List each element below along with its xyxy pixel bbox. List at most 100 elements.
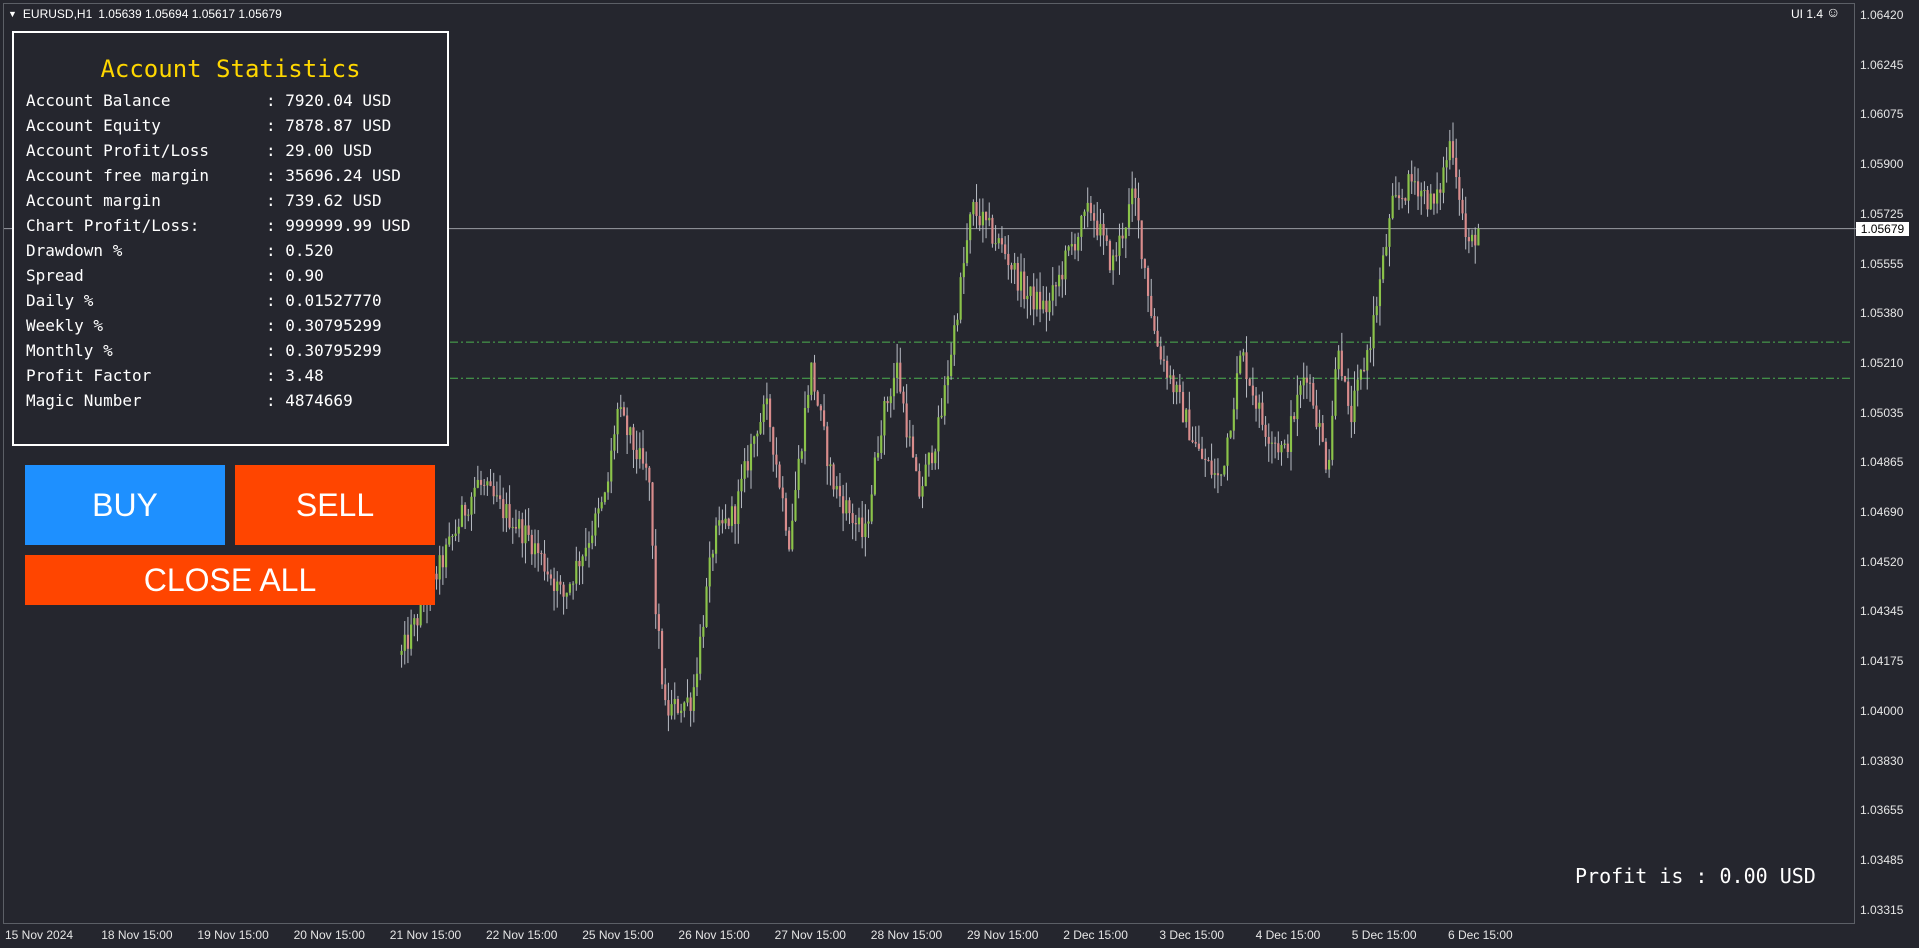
time-tick-label: 19 Nov 15:00	[197, 928, 269, 942]
candle	[581, 554, 584, 585]
candle-body	[556, 581, 559, 591]
candle-body	[514, 526, 518, 529]
candle	[648, 466, 651, 501]
candle-body	[1331, 415, 1334, 460]
price-tick-label: 1.04865	[1860, 455, 1904, 470]
candle	[1426, 185, 1429, 217]
stat-row: Account Profit/Loss: 29.00 USD	[26, 141, 372, 160]
candle-body	[435, 573, 438, 580]
candle-body	[1467, 237, 1470, 242]
candle-body	[1064, 250, 1067, 280]
candle-body	[591, 535, 594, 544]
candle-body	[626, 415, 629, 436]
candle-body	[740, 478, 743, 492]
ui-version-label: UI 1.4	[1791, 4, 1840, 21]
candle	[1083, 209, 1086, 229]
candle-body	[1404, 198, 1407, 201]
candle-body	[603, 492, 606, 503]
candle	[1277, 431, 1280, 460]
candle-body	[495, 495, 498, 497]
stat-value: : 739.62 USD	[266, 191, 382, 210]
candle-body	[651, 482, 654, 546]
candle-body	[724, 518, 727, 524]
candle-body	[946, 376, 950, 386]
candle-body	[1235, 373, 1239, 410]
candle	[759, 413, 762, 435]
candle	[1372, 296, 1375, 367]
stat-row: Magic Number: 4874669	[26, 391, 353, 410]
candle	[1181, 381, 1185, 423]
close-all-button[interactable]: CLOSE ALL	[25, 555, 435, 605]
candle	[711, 549, 714, 572]
candle	[1369, 336, 1372, 363]
candle	[930, 445, 934, 471]
candle-body	[953, 325, 956, 355]
candle-body	[797, 458, 800, 491]
candle	[1293, 412, 1296, 423]
candle	[1067, 245, 1070, 257]
candle	[1321, 415, 1324, 443]
price-tick-label: 1.04345	[1860, 604, 1904, 619]
candle	[686, 679, 689, 707]
collapse-triangle-icon[interactable]: ▼	[8, 9, 17, 19]
candle	[1315, 389, 1318, 430]
time-tick-label: 25 Nov 15:00	[582, 928, 654, 942]
price-tick-label: 1.05900	[1860, 157, 1904, 172]
candle	[969, 212, 972, 254]
candle	[1302, 362, 1305, 400]
buy-button[interactable]: BUY	[25, 465, 225, 545]
candle-body	[1385, 246, 1388, 256]
candle	[1105, 227, 1108, 246]
candle-body	[1013, 263, 1016, 270]
candle-body	[654, 545, 657, 615]
candle	[1023, 258, 1026, 309]
candle-body	[600, 502, 603, 509]
candle-body	[1280, 444, 1283, 453]
candle-body	[1178, 384, 1181, 392]
candle	[981, 198, 984, 243]
candle	[1420, 182, 1423, 215]
candle	[918, 463, 921, 499]
candle-body	[1315, 405, 1318, 427]
candle	[1286, 434, 1289, 459]
candle	[984, 211, 988, 239]
candle-body	[1413, 181, 1416, 183]
candle	[578, 551, 581, 585]
sell-button[interactable]: SELL	[235, 465, 435, 545]
candle-body	[464, 504, 467, 516]
candle	[1223, 465, 1226, 477]
candle	[1197, 425, 1200, 452]
candle	[714, 517, 718, 564]
candle	[867, 509, 870, 538]
candle-body	[1004, 244, 1007, 254]
candle-body	[1312, 383, 1315, 406]
candle-body	[1086, 202, 1089, 212]
candle	[718, 506, 721, 536]
candle-body	[1299, 385, 1302, 395]
candle-body	[1324, 441, 1328, 470]
candle	[540, 550, 543, 566]
candle	[1334, 357, 1337, 420]
candle-body	[1000, 238, 1004, 245]
stats-title: Account Statistics	[100, 55, 361, 83]
candle	[1439, 182, 1442, 211]
candle-body	[1283, 443, 1286, 445]
candle	[1019, 253, 1023, 308]
candle	[619, 394, 622, 418]
candle	[975, 184, 978, 229]
candle-body	[1407, 174, 1410, 201]
candle-body	[413, 618, 416, 625]
candle	[905, 384, 908, 448]
candle-body	[1038, 291, 1042, 310]
candle	[518, 510, 521, 538]
candle	[1340, 332, 1343, 381]
candle	[829, 457, 832, 486]
candle-body	[902, 391, 905, 404]
candle-body	[708, 557, 711, 587]
candle	[680, 703, 683, 723]
candle	[454, 519, 457, 542]
candle-body	[1096, 220, 1099, 236]
candle	[1159, 336, 1162, 365]
candle-body	[1156, 330, 1159, 347]
candle-body	[546, 571, 549, 575]
